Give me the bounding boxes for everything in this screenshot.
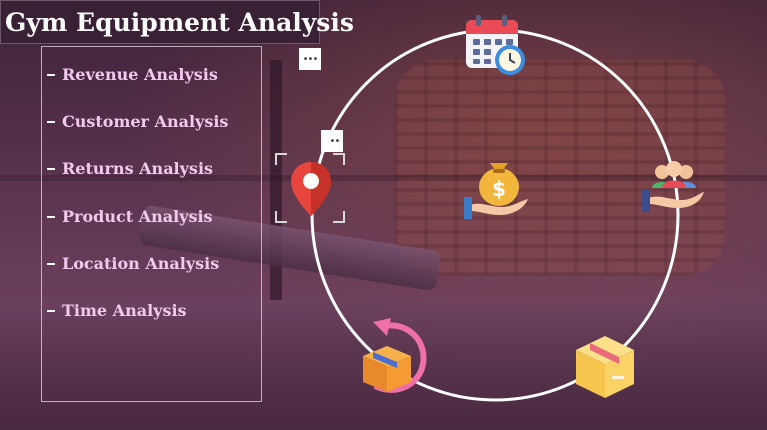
location-pin-icon[interactable] [289,160,333,218]
frame-corner [333,211,345,223]
frame-corner [333,153,345,165]
customers-hand-icon[interactable] [640,158,706,216]
frame-corner [275,153,287,165]
money-bag-hand-icon[interactable]: $ [462,153,530,223]
calendar-clock-icon[interactable] [464,14,528,78]
product-box-icon[interactable] [572,330,638,400]
frame-corner [275,211,287,223]
return-box-icon[interactable] [355,316,431,396]
svg-text:$: $ [492,177,506,201]
